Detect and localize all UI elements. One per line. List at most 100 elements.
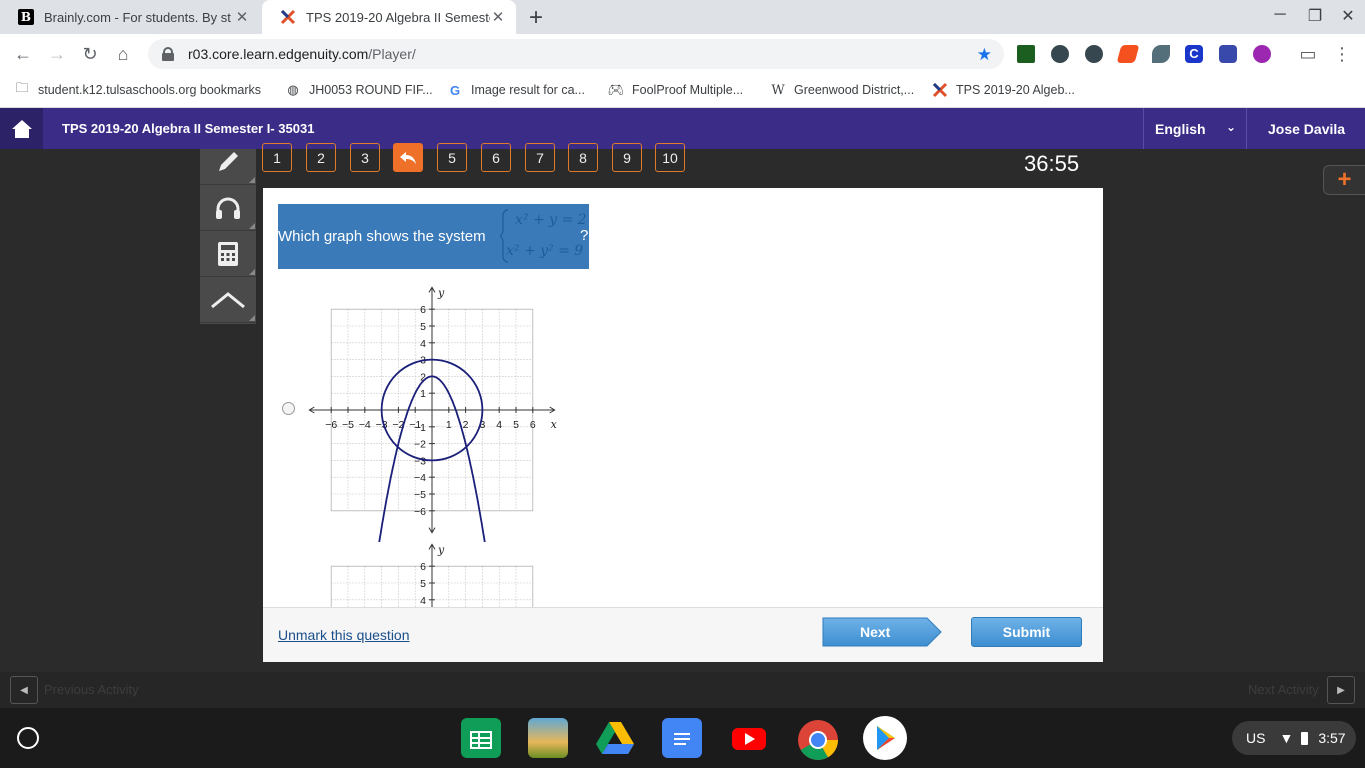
question-button-7[interactable]: 7 — [525, 143, 555, 172]
drive-app-icon[interactable] — [595, 718, 635, 758]
extension-green-icon[interactable] — [1017, 45, 1035, 63]
close-tab-icon[interactable]: ✕ — [490, 8, 506, 26]
url-path: /Player/ — [368, 46, 416, 62]
new-tab-icon[interactable]: + — [524, 4, 548, 32]
play-store-app-icon[interactable] — [863, 716, 907, 760]
bookmark-label: Greenwood District,... — [794, 83, 915, 97]
headphones-icon — [216, 197, 240, 219]
question-button-6[interactable]: 6 — [481, 143, 511, 172]
language-select[interactable]: English ⌄ — [1143, 108, 1247, 149]
menu-kebab-icon[interactable]: ⋮ — [1330, 42, 1354, 66]
chrome-app-icon[interactable] — [796, 718, 838, 760]
x-tick-label: 5 — [513, 419, 519, 431]
question-text: Which graph shows the system — [278, 228, 486, 245]
url-host: r03.core.learn.edgenuity.com — [188, 46, 369, 62]
x-tick-label: −5 — [342, 419, 354, 431]
tab-edgenuity[interactable]: TPS 2019-20 Algebra II Semeste ✕ — [262, 0, 516, 34]
back-icon[interactable]: ← — [11, 42, 35, 66]
language-label: English — [1155, 120, 1206, 137]
mcgraw-hill-app-icon[interactable] — [528, 718, 568, 758]
bookmark-item[interactable]: ◍ JH0053 ROUND FIF... — [285, 82, 432, 98]
battery-icon — [1301, 731, 1309, 745]
answer-graph-b[interactable]: yx−6−5−4−3−2−11234561−12−23−34−45−56−6 — [303, 541, 563, 608]
submit-button[interactable]: Submit — [971, 617, 1082, 647]
close-tab-icon[interactable]: ✕ — [234, 8, 250, 26]
next-activity-label[interactable]: Next Activity — [1248, 682, 1319, 697]
launcher-icon[interactable] — [17, 727, 39, 749]
status-tray[interactable]: US ▼ 3:57 — [1232, 721, 1356, 755]
y-tick-label: 5 — [420, 578, 426, 590]
next-activity-arrow-icon[interactable]: ▶ — [1327, 676, 1355, 704]
docs-app-icon[interactable] — [662, 718, 702, 758]
caret-up-icon — [211, 291, 245, 308]
extension-c-icon[interactable]: C — [1185, 45, 1203, 63]
y-tick-label: −6 — [414, 506, 426, 518]
question-button-5[interactable]: 5 — [437, 143, 467, 172]
course-title: TPS 2019-20 Algebra II Semester I- 35031 — [62, 121, 315, 136]
reload-icon[interactable]: ↻ — [78, 42, 102, 66]
minimize-icon[interactable]: ─ — [1268, 6, 1292, 24]
bookmark-item[interactable]: G Image result for ca... — [447, 82, 585, 98]
edgenuity-x-icon — [280, 9, 296, 25]
folder-icon: 🗀 — [15, 80, 29, 95]
question-button-3[interactable]: 3 — [350, 143, 380, 172]
bookmark-item[interactable]: 🎮︎ FoolProof Multiple... — [608, 82, 743, 98]
sheets-app-icon[interactable] — [461, 718, 501, 758]
bookmark-label: TPS 2019-20 Algeb... — [956, 83, 1075, 97]
unmark-question-link[interactable]: Unmark this question — [278, 627, 410, 643]
close-window-icon[interactable]: ✕ — [1336, 6, 1360, 26]
user-name[interactable]: Jose Davila — [1268, 121, 1345, 137]
audio-tool-button[interactable] — [200, 185, 256, 231]
extension-shield-2-icon[interactable] — [1085, 45, 1103, 63]
keyboard-layout: US — [1246, 730, 1266, 746]
bookmark-star-icon[interactable]: ★ — [977, 45, 992, 65]
home-icon[interactable]: ⌂ — [111, 42, 135, 66]
answer-graph-a[interactable]: yx−6 −5 −4 −3 −2 −1 1 2 3 4 5 61−12−23−34−45−56−6 — [303, 284, 563, 542]
question-button-9[interactable]: 9 — [612, 143, 642, 172]
next-button[interactable]: Next — [822, 617, 942, 647]
bookmark-label: student.k12.tulsaschools.org bookmarks — [38, 83, 262, 97]
question-panel: Which graph shows the system x² + y = 2 … — [263, 188, 1103, 608]
x-tick-label: 2 — [463, 419, 469, 431]
bookmark-item[interactable]: TPS 2019-20 Algeb... — [932, 82, 1075, 98]
question-mark: ? — [580, 227, 589, 244]
graph-b-contents: yx−6−5−4−3−2−11234561−12−23−34−45−56−6 — [330, 543, 534, 608]
bookmark-item[interactable]: 🗀 student.k12.tulsaschools.org bookmarks — [14, 80, 262, 98]
question-button-2[interactable]: 2 — [306, 143, 336, 172]
highlight-tool-button[interactable] — [200, 277, 256, 323]
tool-rail — [200, 149, 256, 324]
return-arrow-icon — [400, 151, 416, 164]
tab-title: TPS 2019-20 Algebra II Semeste — [306, 9, 490, 25]
extension-shield-icon[interactable] — [1051, 45, 1069, 63]
tab-title: Brainly.com - For students. By st — [44, 9, 231, 25]
home-button[interactable] — [0, 108, 43, 149]
calculator-icon — [218, 241, 238, 266]
activity-bar: ◀ Previous Activity Next Activity ▶ — [0, 672, 1365, 708]
y-tick-label: 4 — [420, 595, 426, 607]
bookmark-item[interactable]: W Greenwood District,... — [770, 82, 914, 98]
previous-activity-label[interactable]: Previous Activity — [44, 682, 139, 697]
brainly-favicon-icon: B — [18, 9, 34, 25]
extension-leaf-icon[interactable] — [1152, 45, 1170, 63]
y-tick-label: 6 — [420, 561, 426, 573]
question-button-8[interactable]: 8 — [568, 143, 598, 172]
forward-icon[interactable]: → — [45, 42, 69, 66]
question-button-4-current[interactable] — [393, 143, 423, 172]
address-bar[interactable]: r03.core.learn.edgenuity.com/Player/ ★ — [148, 39, 1004, 69]
youtube-app-icon[interactable] — [729, 718, 769, 758]
question-button-10[interactable]: 10 — [655, 143, 685, 172]
cast-icon[interactable]: ▭ — [1296, 42, 1320, 66]
extension-camera-icon[interactable] — [1253, 45, 1271, 63]
chevron-down-icon: ⌄ — [1225, 120, 1236, 134]
extension-clapper-icon[interactable] — [1219, 45, 1237, 63]
previous-activity-arrow-icon[interactable]: ◀ — [10, 676, 38, 704]
bookmarks-bar: 🗀 student.k12.tulsaschools.org bookmarks… — [0, 74, 1365, 108]
expand-plus-button[interactable]: + — [1323, 165, 1365, 195]
tab-brainly[interactable]: B Brainly.com - For students. By st ✕ — [0, 0, 260, 34]
restore-icon[interactable]: ❐ — [1303, 6, 1327, 26]
pencil-tool-button[interactable] — [200, 139, 256, 185]
question-button-1[interactable]: 1 — [262, 143, 292, 172]
answer-radio-a[interactable] — [282, 402, 295, 415]
extension-orange-icon[interactable] — [1116, 45, 1140, 63]
calculator-tool-button[interactable] — [200, 231, 256, 277]
